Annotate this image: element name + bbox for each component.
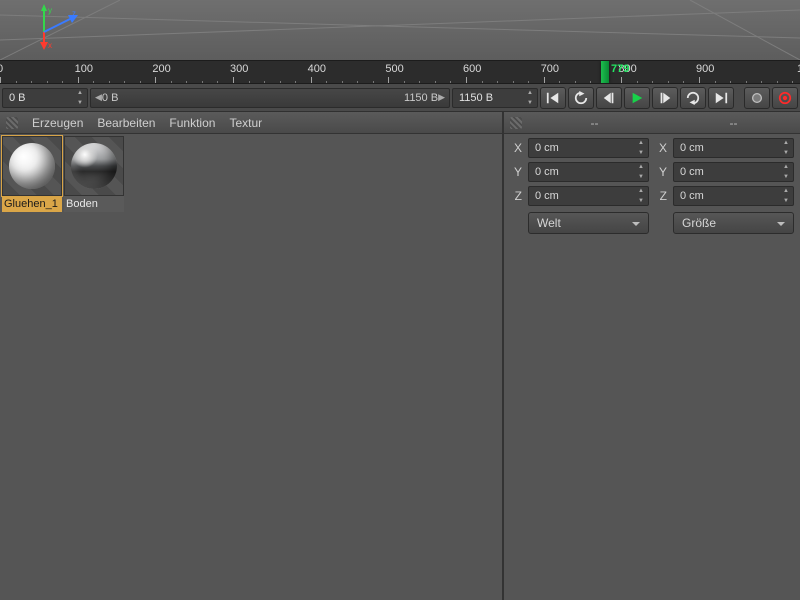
- menu-function[interactable]: Funktion: [169, 116, 215, 130]
- panel-grip-icon[interactable]: [6, 117, 18, 129]
- position-z-field[interactable]: 0 cm▲▼: [528, 186, 649, 206]
- size-x-field[interactable]: 0 cm▲▼: [673, 138, 794, 158]
- material-item[interactable]: Gluehen_1: [2, 136, 62, 212]
- menu-texture[interactable]: Textur: [229, 116, 262, 130]
- viewport[interactable]: y z x: [0, 0, 800, 60]
- playhead-label: 779: [611, 63, 629, 75]
- ruler-label: 400: [308, 63, 326, 75]
- range-start-value: 0 B: [9, 92, 26, 104]
- ruler-label: 600: [463, 63, 481, 75]
- position-x-field[interactable]: 0 cm▲▼: [528, 138, 649, 158]
- range-end-value: 1150 B: [459, 92, 493, 104]
- slider-end-label: 1150 B: [404, 92, 438, 104]
- material-preview-icon: [64, 136, 124, 196]
- position-y-field[interactable]: 0 cm▲▼: [528, 162, 649, 182]
- go-to-end-button[interactable]: [708, 87, 734, 109]
- material-grid[interactable]: Gluehen_1Boden: [0, 134, 502, 214]
- next-frame-button[interactable]: [652, 87, 678, 109]
- material-item[interactable]: Boden: [64, 136, 124, 212]
- next-key-button[interactable]: [680, 87, 706, 109]
- slider-start-label: 0 B: [102, 92, 119, 104]
- ruler-label: 700: [541, 63, 559, 75]
- range-start-field[interactable]: 0 B ▲▼: [2, 88, 88, 108]
- ruler-label: 300: [230, 63, 248, 75]
- range-end-field[interactable]: 1150 B ▲▼: [452, 88, 538, 108]
- stepper-icon[interactable]: ▲▼: [75, 90, 85, 106]
- coordinate-header: -- --: [504, 112, 800, 134]
- coord-empty-area: [504, 242, 800, 600]
- axis-label-y: Y: [510, 165, 522, 179]
- stepper-icon[interactable]: ▲▼: [525, 90, 535, 106]
- prev-frame-button[interactable]: [596, 87, 622, 109]
- go-to-start-button[interactable]: [540, 87, 566, 109]
- ruler-label: 100: [75, 63, 93, 75]
- panel-grip-icon[interactable]: [510, 117, 522, 129]
- playhead[interactable]: [601, 61, 609, 83]
- timeline-ruler[interactable]: 01002003004005006007008009001030779: [0, 60, 800, 84]
- svg-text:z: z: [72, 9, 76, 18]
- svg-text:y: y: [48, 6, 52, 15]
- prev-key-button[interactable]: [568, 87, 594, 109]
- coord-size-mode-dropdown[interactable]: Größe: [673, 212, 794, 234]
- ruler-label: 500: [385, 63, 403, 75]
- coord-object-name-right: --: [667, 116, 800, 130]
- axis-label-x: X: [655, 141, 667, 155]
- coord-space-dropdown[interactable]: Welt: [528, 212, 649, 234]
- material-caption: Gluehen_1: [2, 196, 62, 212]
- autokey-button[interactable]: [772, 87, 798, 109]
- material-manager: Erzeugen Bearbeiten Funktion Textur Glue…: [0, 112, 504, 600]
- coord-object-name-left: --: [528, 116, 661, 130]
- coordinate-manager: -- -- X 0 cm▲▼ X 0 cm▲▼ Y 0 cm▲▼ Y 0 cm▲…: [504, 112, 800, 600]
- axis-label-z: Z: [510, 189, 522, 203]
- material-empty-area[interactable]: [0, 214, 502, 600]
- material-menu-bar: Erzeugen Bearbeiten Funktion Textur: [0, 112, 502, 134]
- timeline-powerslider[interactable]: ◀ 0 B 1150 B ▶: [90, 88, 450, 108]
- ruler-label: 200: [152, 63, 170, 75]
- playback-bar: 0 B ▲▼ ◀ 0 B 1150 B ▶ 1150 B ▲▼: [0, 84, 800, 112]
- material-preview-icon: [2, 136, 62, 196]
- ruler-label: 0: [0, 63, 3, 75]
- menu-create[interactable]: Erzeugen: [32, 116, 83, 130]
- size-y-field[interactable]: 0 cm▲▼: [673, 162, 794, 182]
- axis-gizmo[interactable]: y z x: [32, 4, 78, 50]
- size-z-field[interactable]: 0 cm▲▼: [673, 186, 794, 206]
- axis-label-z: Z: [655, 189, 667, 203]
- axis-label-x: X: [510, 141, 522, 155]
- play-button[interactable]: [624, 87, 650, 109]
- viewport-wireframe: [0, 0, 800, 60]
- record-key-button[interactable]: [744, 87, 770, 109]
- chevron-right-icon: ▶: [438, 92, 445, 103]
- material-caption: Boden: [64, 196, 124, 212]
- menu-edit[interactable]: Bearbeiten: [97, 116, 155, 130]
- axis-label-y: Y: [655, 165, 667, 179]
- svg-text:x: x: [48, 41, 52, 50]
- ruler-label: 900: [696, 63, 714, 75]
- chevron-left-icon: ◀: [95, 92, 102, 103]
